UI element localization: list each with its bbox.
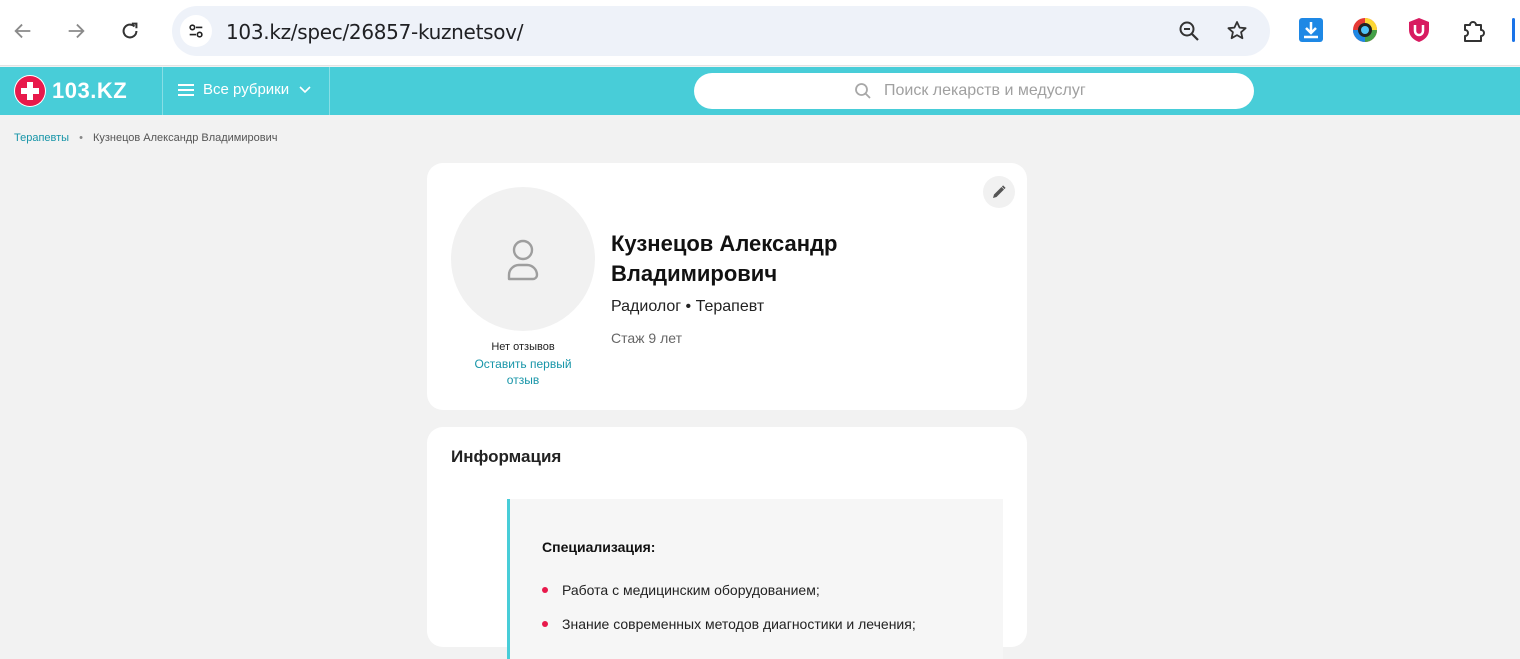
rubrics-label: Все рубрики: [203, 81, 290, 98]
logo-text: 103.KZ: [52, 78, 128, 103]
bullet-icon: [542, 621, 548, 627]
puzzle-extensions-icon[interactable]: [1461, 17, 1487, 43]
forward-button[interactable]: [58, 13, 94, 49]
address-bar[interactable]: 103.kz/spec/26857-kuznetsov/: [172, 6, 1270, 56]
bullet-icon: [542, 587, 548, 593]
breadcrumb-link-therapists[interactable]: Терапевты: [14, 132, 69, 144]
browser-toolbar: 103.kz/spec/26857-kuznetsov/: [0, 0, 1520, 66]
doctor-name: Кузнецов Александр Владимирович: [611, 231, 838, 286]
list-item-text: Работа с медицинским оборудованием;: [562, 582, 820, 598]
breadcrumb-current: Кузнецов Александр Владимирович: [92, 132, 278, 144]
all-rubrics-dropdown[interactable]: Все рубрики: [178, 81, 311, 98]
info-title: Информация: [451, 447, 562, 466]
list-item: Знание современных методов диагностики и…: [542, 615, 916, 649]
site-logo[interactable]: 103.KZ: [14, 75, 127, 107]
site-header: 103.KZ Все рубрики: [0, 67, 1520, 115]
specialization-box: Специализация: Работа с медицинским обор…: [507, 499, 1003, 659]
search-input[interactable]: [884, 79, 1224, 103]
doctor-specialties: Радиолог • Терапевт: [611, 298, 765, 315]
shield-extension-icon[interactable]: [1406, 17, 1432, 43]
site-info-button[interactable]: [180, 15, 212, 47]
back-button[interactable]: [5, 13, 41, 49]
list-item-text: Знание современных методов диагностики и…: [562, 616, 916, 632]
doctor-profile-card: Нет отзывов Оставить первый отзыв Кузнец…: [427, 163, 1027, 410]
zoom-out-icon[interactable]: [1177, 19, 1201, 43]
header-divider: [329, 67, 330, 115]
specialization-heading: Специализация:: [542, 539, 656, 555]
url-text[interactable]: 103.kz/spec/26857-kuznetsov/: [226, 20, 523, 44]
leave-first-review-link[interactable]: Оставить первый отзыв: [461, 356, 585, 388]
reload-icon: [122, 22, 138, 39]
search-icon: [855, 83, 871, 99]
edit-button[interactable]: [983, 176, 1015, 208]
reload-button[interactable]: [112, 13, 148, 49]
arrow-left-icon: [14, 23, 31, 39]
information-card: Информация Специализация: Работа с медиц…: [427, 427, 1027, 659]
avatar: [451, 187, 595, 331]
star-icon[interactable]: [1225, 19, 1249, 43]
breadcrumb: Терапевты • Кузнецов Александр Владимиро…: [14, 132, 277, 144]
menu-icon: [178, 83, 194, 96]
toolbar-divider: [1512, 18, 1515, 42]
camera-extension-icon[interactable]: [1352, 17, 1378, 43]
arrow-right-icon: [68, 23, 85, 39]
logo-cross-icon: [14, 75, 46, 107]
tune-icon: [189, 24, 203, 38]
header-divider: [162, 67, 163, 115]
pencil-icon: [993, 185, 1006, 198]
search-box[interactable]: [694, 73, 1254, 109]
doctor-experience: Стаж 9 лет: [611, 330, 682, 346]
user-placeholder-icon: [507, 239, 539, 281]
download-extension-icon[interactable]: [1298, 17, 1324, 43]
specialization-list: Работа с медицинским оборудованием; Знан…: [542, 581, 916, 649]
list-item: Работа с медицинским оборудованием;: [542, 581, 916, 615]
chevron-down-icon: [299, 85, 311, 93]
reviews-status: Нет отзывов: [491, 341, 555, 353]
breadcrumb-separator: •: [79, 132, 83, 144]
